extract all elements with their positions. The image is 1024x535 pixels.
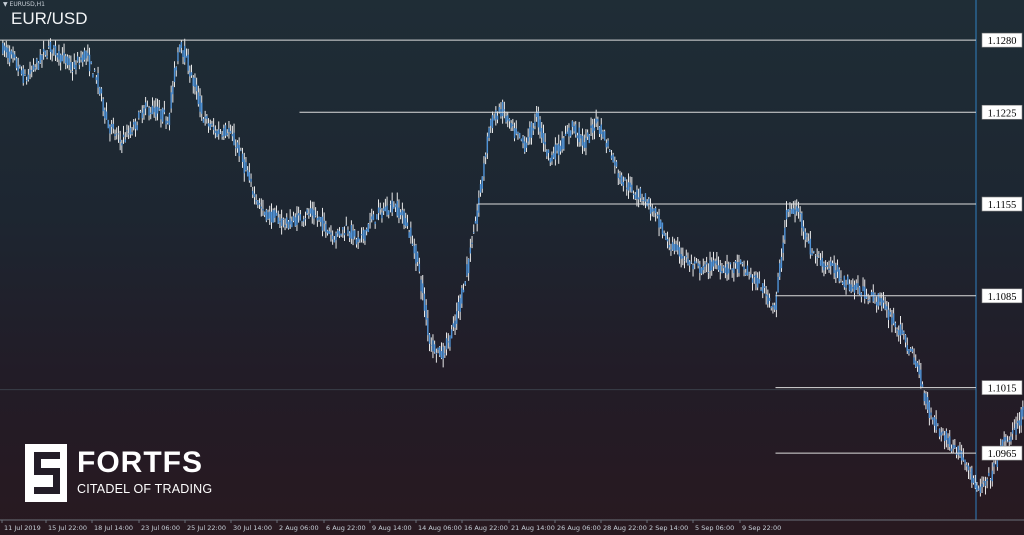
time-tick-label: 28 Aug 22:00 — [603, 524, 647, 532]
time-tick-label: 16 Aug 22:00 — [464, 524, 508, 532]
time-tick-label: 15 Jul 22:00 — [48, 524, 87, 532]
price-label: 1.1225 — [988, 108, 1017, 119]
time-tick-label: 25 Jul 22:00 — [187, 524, 226, 532]
dropdown-triangle-icon[interactable]: ▼ — [3, 1, 8, 8]
time-tick-label: 14 Aug 06:00 — [418, 524, 462, 532]
time-tick-label: 6 Aug 22:00 — [326, 524, 366, 532]
time-tick-label: 9 Sep 22:00 — [742, 524, 781, 532]
fortfs-logo-icon — [25, 444, 67, 502]
chart-window: 1.1280 1.1225 1.1155 1.1085 1.1015 1.0965 11 J… — [0, 0, 1024, 535]
time-tick-label: 2 Sep 14:00 — [649, 524, 688, 532]
time-tick-label: 23 Jul 06:00 — [141, 524, 180, 532]
time-tick-label: 21 Aug 14:00 — [511, 524, 555, 532]
time-tick-label: 18 Jul 14:00 — [94, 524, 133, 532]
time-tick-label: 5 Sep 06:00 — [695, 524, 734, 532]
price-label: 1.1015 — [988, 384, 1017, 395]
price-label: 1.0965 — [988, 449, 1017, 460]
time-tick-label: 9 Aug 14:00 — [372, 524, 412, 532]
time-tick-label: 26 Aug 06:00 — [557, 524, 601, 532]
symbol-timeframe-label: ▼ EURUSD,H1 — [3, 1, 45, 8]
time-tick-label: 2 Aug 06:00 — [279, 524, 319, 532]
brand-name: FORTFS — [77, 446, 203, 479]
price-label: 1.1155 — [988, 200, 1017, 211]
time-tick-label: 11 Jul 2019 — [4, 524, 41, 532]
price-label: 1.1085 — [988, 292, 1017, 303]
brand-logo: FORTFS CITADEL OF TRADING — [25, 444, 225, 504]
time-tick-label: 30 Jul 14:00 — [233, 524, 272, 532]
price-label: 1.1280 — [988, 36, 1017, 47]
symbol-title: EUR/USD — [11, 9, 88, 28]
symbol-timeframe-text: EURUSD,H1 — [9, 1, 45, 8]
brand-tagline: CITADEL OF TRADING — [77, 482, 213, 496]
